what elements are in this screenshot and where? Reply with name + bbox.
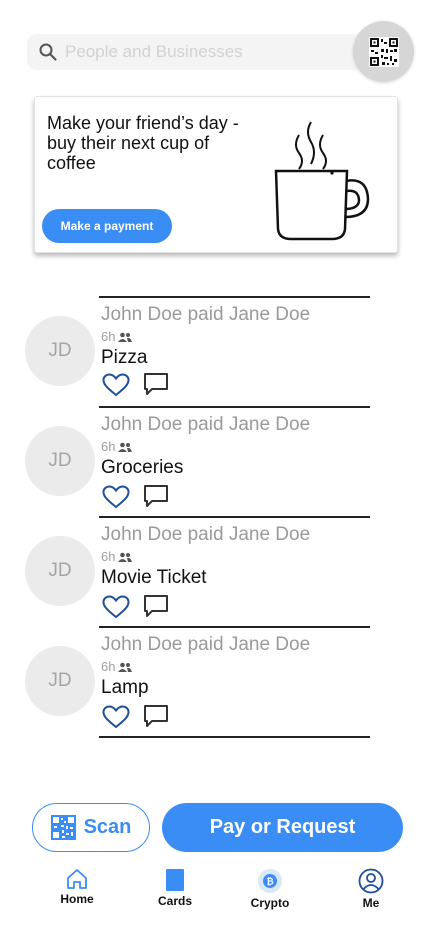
svg-text:₿: ₿	[266, 877, 273, 888]
tab-label: Crypto	[250, 896, 290, 910]
comment-icon[interactable]	[143, 372, 169, 396]
time-label: 6h	[101, 329, 116, 344]
feed-divider	[99, 516, 370, 518]
feed-title: John Doe paid Jane Doe	[101, 304, 311, 325]
bitcoin-icon: ₿	[258, 869, 282, 893]
search-bar[interactable]	[27, 34, 387, 70]
qr-code-button[interactable]	[353, 21, 414, 82]
feed-time: 6h	[101, 659, 133, 674]
promo-text: Make your friend’s day - buy their next …	[47, 113, 239, 173]
coffee-cup-icon	[274, 121, 370, 241]
feed-divider	[99, 626, 370, 628]
avatar[interactable]: JD	[25, 646, 95, 716]
scan-button[interactable]: Scan	[32, 803, 150, 852]
comment-icon[interactable]	[143, 484, 169, 508]
time-label: 6h	[101, 659, 116, 674]
feed-description: Groceries	[101, 457, 184, 478]
heart-icon[interactable]	[102, 705, 130, 729]
heart-icon[interactable]	[102, 595, 130, 619]
tab-me[interactable]: Me	[336, 868, 406, 910]
home-icon	[67, 869, 87, 889]
qr-code-icon	[50, 815, 76, 840]
search-icon	[39, 43, 57, 61]
scan-label: Scan	[83, 816, 132, 838]
tab-cards[interactable]: Cards	[140, 868, 210, 908]
feed-title: John Doe paid Jane Doe	[101, 414, 311, 435]
friends-icon	[118, 662, 133, 672]
friends-icon	[118, 552, 133, 562]
feed-description: Movie Ticket	[101, 567, 207, 588]
feed-title: John Doe paid Jane Doe	[101, 524, 311, 545]
tab-crypto[interactable]: ₿ Crypto	[235, 868, 305, 910]
search-input[interactable]	[65, 42, 335, 62]
feed-item[interactable]: JD John Doe paid Jane Doe 6h Pizza	[0, 296, 428, 406]
make-payment-button[interactable]: Make a payment	[42, 209, 172, 243]
pay-or-request-button[interactable]: Pay or Request	[162, 803, 403, 852]
tab-label: Me	[362, 896, 380, 910]
avatar[interactable]: JD	[25, 536, 95, 606]
promo-card: Make your friend’s day - buy their next …	[34, 96, 398, 253]
tab-label: Cards	[157, 894, 192, 908]
friends-icon	[118, 442, 133, 452]
comment-icon[interactable]	[143, 594, 169, 618]
avatar[interactable]: JD	[25, 426, 95, 496]
tab-home[interactable]: Home	[42, 868, 112, 906]
feed-item[interactable]: JD John Doe paid Jane Doe 6h Lamp	[0, 626, 428, 738]
feed-divider	[99, 736, 370, 738]
user-icon	[358, 868, 384, 894]
card-icon	[166, 869, 184, 891]
feed-title: John Doe paid Jane Doe	[101, 634, 311, 655]
qr-code-icon	[368, 36, 399, 67]
feed-divider	[99, 406, 370, 408]
tab-label: Home	[60, 892, 94, 906]
feed-divider	[99, 296, 370, 298]
heart-icon[interactable]	[102, 373, 130, 397]
feed-description: Pizza	[101, 347, 148, 368]
time-label: 6h	[101, 549, 116, 564]
avatar[interactable]: JD	[25, 316, 95, 386]
feed-time: 6h	[101, 549, 133, 564]
feed-time: 6h	[101, 439, 133, 454]
feed-item[interactable]: JD John Doe paid Jane Doe 6h Movie Ticke…	[0, 516, 428, 626]
feed-item[interactable]: JD John Doe paid Jane Doe 6h Groceries	[0, 406, 428, 516]
comment-icon[interactable]	[143, 704, 169, 728]
feed-description: Lamp	[101, 677, 149, 698]
heart-icon[interactable]	[102, 485, 130, 509]
time-label: 6h	[101, 439, 116, 454]
friends-icon	[118, 332, 133, 342]
feed-time: 6h	[101, 329, 133, 344]
